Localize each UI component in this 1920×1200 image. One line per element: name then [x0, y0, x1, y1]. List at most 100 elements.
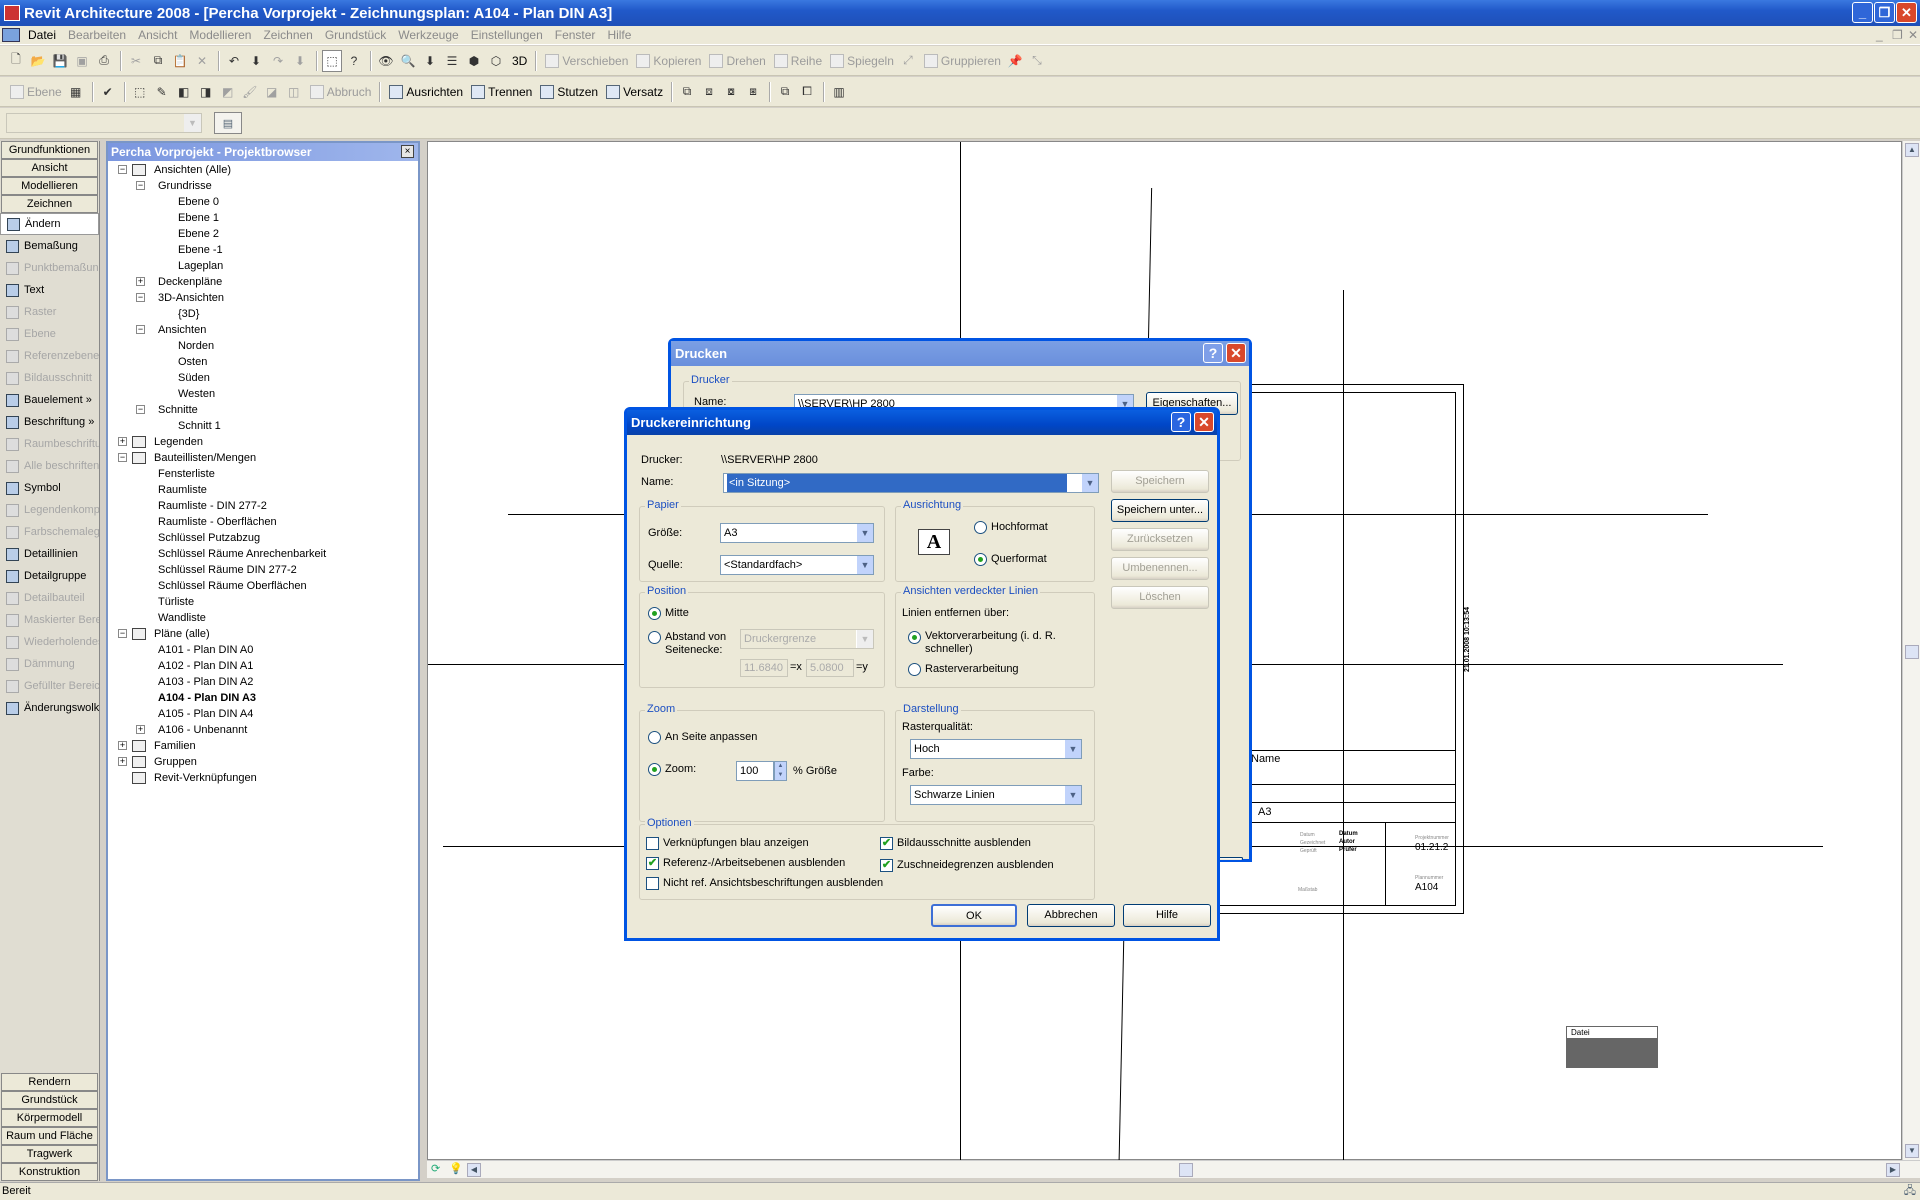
mdi-close-icon[interactable]: ✕: [1902, 28, 1918, 42]
design-item-20[interactable]: Dämmung: [0, 653, 99, 675]
tree-node[interactable]: Norden: [108, 339, 418, 355]
bulb-icon[interactable]: 💡: [449, 1162, 463, 1175]
mdi-minimize-icon[interactable]: _: [1870, 28, 1884, 42]
design-bottom-tab-5[interactable]: Konstruktion: [1, 1163, 98, 1181]
design-item-9[interactable]: Beschriftung »: [0, 411, 99, 433]
raster-quality-combo[interactable]: Hoch ▼: [910, 739, 1082, 759]
tree-node[interactable]: Ebene -1: [108, 243, 418, 259]
hide-ref-planes-checkbox[interactable]: ✔: [646, 857, 659, 870]
grid-icon[interactable]: ▦: [66, 81, 86, 103]
paste-icon[interactable]: 📋: [170, 50, 190, 72]
help-pointer-icon[interactable]: ?: [344, 50, 364, 72]
tree-node[interactable]: Ebene 0: [108, 195, 418, 211]
tree-node[interactable]: {3D}: [108, 307, 418, 323]
paste-aligned-icon[interactable]: ⧇: [721, 81, 741, 103]
show-links-blue-checkbox[interactable]: [646, 837, 659, 850]
tree-node[interactable]: Wandliste: [108, 611, 418, 627]
tree-node[interactable]: Schlüssel Räume Oberflächen: [108, 579, 418, 595]
center-radio[interactable]: [648, 607, 661, 620]
design-item-10[interactable]: Raumbeschriftung: [0, 433, 99, 455]
split-button[interactable]: Trennen: [467, 84, 536, 99]
save-as-button[interactable]: Speichern unter...: [1111, 499, 1209, 522]
join-icon[interactable]: ◩: [218, 81, 238, 103]
copy-clipboard-icon[interactable]: ⧉: [677, 81, 697, 103]
paper-source-combo[interactable]: <Standardfach> ▼: [720, 555, 874, 575]
design-item-15[interactable]: Detaillinien: [0, 543, 99, 565]
tree-node[interactable]: Revit-Verknüpfungen: [108, 771, 418, 787]
menu-ansicht[interactable]: Ansicht: [132, 28, 183, 42]
design-item-0[interactable]: Ändern: [0, 213, 99, 235]
eyedropper-icon[interactable]: ✎: [152, 81, 172, 103]
design-bottom-tab-4[interactable]: Tragwerk: [1, 1145, 98, 1163]
design-item-12[interactable]: Symbol: [0, 477, 99, 499]
offset-radio[interactable]: [648, 631, 661, 644]
collapse-icon[interactable]: −: [136, 181, 145, 190]
cut-geometry-icon[interactable]: ◧: [174, 81, 194, 103]
move-button[interactable]: Verschieben: [541, 53, 632, 68]
close-icon[interactable]: ✕: [1194, 412, 1214, 432]
tree-node[interactable]: + Gruppen: [108, 755, 418, 771]
thin-lines-icon[interactable]: ☰: [442, 50, 462, 72]
delete-icon[interactable]: ✕: [192, 50, 212, 72]
trim-button[interactable]: Stutzen: [536, 84, 602, 99]
visibility-icon[interactable]: 👁: [376, 50, 396, 72]
tree-node[interactable]: Schlüssel Räume DIN 277-2: [108, 563, 418, 579]
expand-icon[interactable]: +: [118, 757, 127, 766]
menu-modellieren[interactable]: Modellieren: [183, 28, 257, 42]
paint-icon[interactable]: 🖌: [240, 81, 260, 103]
tree-node[interactable]: − Pläne (alle): [108, 627, 418, 643]
redo-icon[interactable]: ↷: [268, 50, 288, 72]
tree-node[interactable]: + Legenden: [108, 435, 418, 451]
design-item-4[interactable]: Raster: [0, 301, 99, 323]
type-selector-combo[interactable]: ▼: [6, 113, 202, 133]
design-item-13[interactable]: Legendenkomponente: [0, 499, 99, 521]
collapse-icon[interactable]: −: [136, 325, 145, 334]
design-item-19[interactable]: Wiederholendes Detail: [0, 631, 99, 653]
vector-radio[interactable]: [908, 631, 921, 644]
tree-node[interactable]: + Familien: [108, 739, 418, 755]
design-item-1[interactable]: Bemaßung: [0, 235, 99, 257]
demolish-icon[interactable]: ◫: [284, 81, 304, 103]
design-bottom-tab-3[interactable]: Raum und Fläche: [1, 1127, 98, 1145]
help-icon[interactable]: ?: [1171, 412, 1191, 432]
unpin-icon[interactable]: ⤡: [1027, 50, 1047, 72]
mdi-restore-icon[interactable]: ❐: [1886, 28, 1903, 42]
check-icon[interactable]: ✔: [98, 81, 118, 103]
save-icon[interactable]: 💾: [50, 50, 70, 72]
rename-button[interactable]: Umbenennen...: [1111, 557, 1209, 580]
menu-bearbeiten[interactable]: Bearbeiten: [62, 28, 132, 42]
tree-node[interactable]: Westen: [108, 387, 418, 403]
print-icon[interactable]: ⎙: [94, 50, 114, 72]
zoom-input[interactable]: 100: [736, 761, 774, 781]
menu-einstellungen[interactable]: Einstellungen: [465, 28, 549, 42]
copy-icon[interactable]: ⧉: [148, 50, 168, 72]
raster-radio[interactable]: [908, 663, 921, 676]
scroll-up-icon[interactable]: ▲: [1905, 143, 1919, 157]
design-item-18[interactable]: Maskierter Bereich: [0, 609, 99, 631]
default-3d-button[interactable]: 3D: [508, 54, 531, 68]
design-item-16[interactable]: Detailgruppe: [0, 565, 99, 587]
offset-button[interactable]: Versatz: [602, 84, 667, 99]
x-offset-field[interactable]: 11.6840: [740, 659, 788, 677]
collapse-icon[interactable]: −: [118, 165, 127, 174]
design-item-14[interactable]: Farbschemalegende: [0, 521, 99, 543]
tree-node[interactable]: A101 - Plan DIN A0: [108, 643, 418, 659]
tree-node[interactable]: + A106 - Unbenannt: [108, 723, 418, 739]
portrait-radio[interactable]: [974, 521, 987, 534]
hide-crop-boundaries-checkbox[interactable]: ✔: [880, 859, 893, 872]
tree-node[interactable]: Ebene 1: [108, 211, 418, 227]
design-item-7[interactable]: Bildausschnitt: [0, 367, 99, 389]
horizontal-scrollbar[interactable]: ⟳ 💡 ◀ ▶: [427, 1160, 1920, 1178]
undo-icon[interactable]: ↶: [224, 50, 244, 72]
tree-node[interactable]: A103 - Plan DIN A2: [108, 675, 418, 691]
copy-button[interactable]: Kopieren: [632, 53, 705, 68]
design-bottom-tab-2[interactable]: Körpermodell: [1, 1109, 98, 1127]
paper-size-combo[interactable]: A3 ▼: [720, 523, 874, 543]
expand-icon[interactable]: +: [118, 741, 127, 750]
properties-icon[interactable]: ▤: [214, 112, 242, 134]
design-item-5[interactable]: Ebene: [0, 323, 99, 345]
tree-node[interactable]: Süden: [108, 371, 418, 387]
tree-node[interactable]: A105 - Plan DIN A4: [108, 707, 418, 723]
menu-hilfe[interactable]: Hilfe: [601, 28, 637, 42]
document-icon[interactable]: [2, 28, 20, 42]
